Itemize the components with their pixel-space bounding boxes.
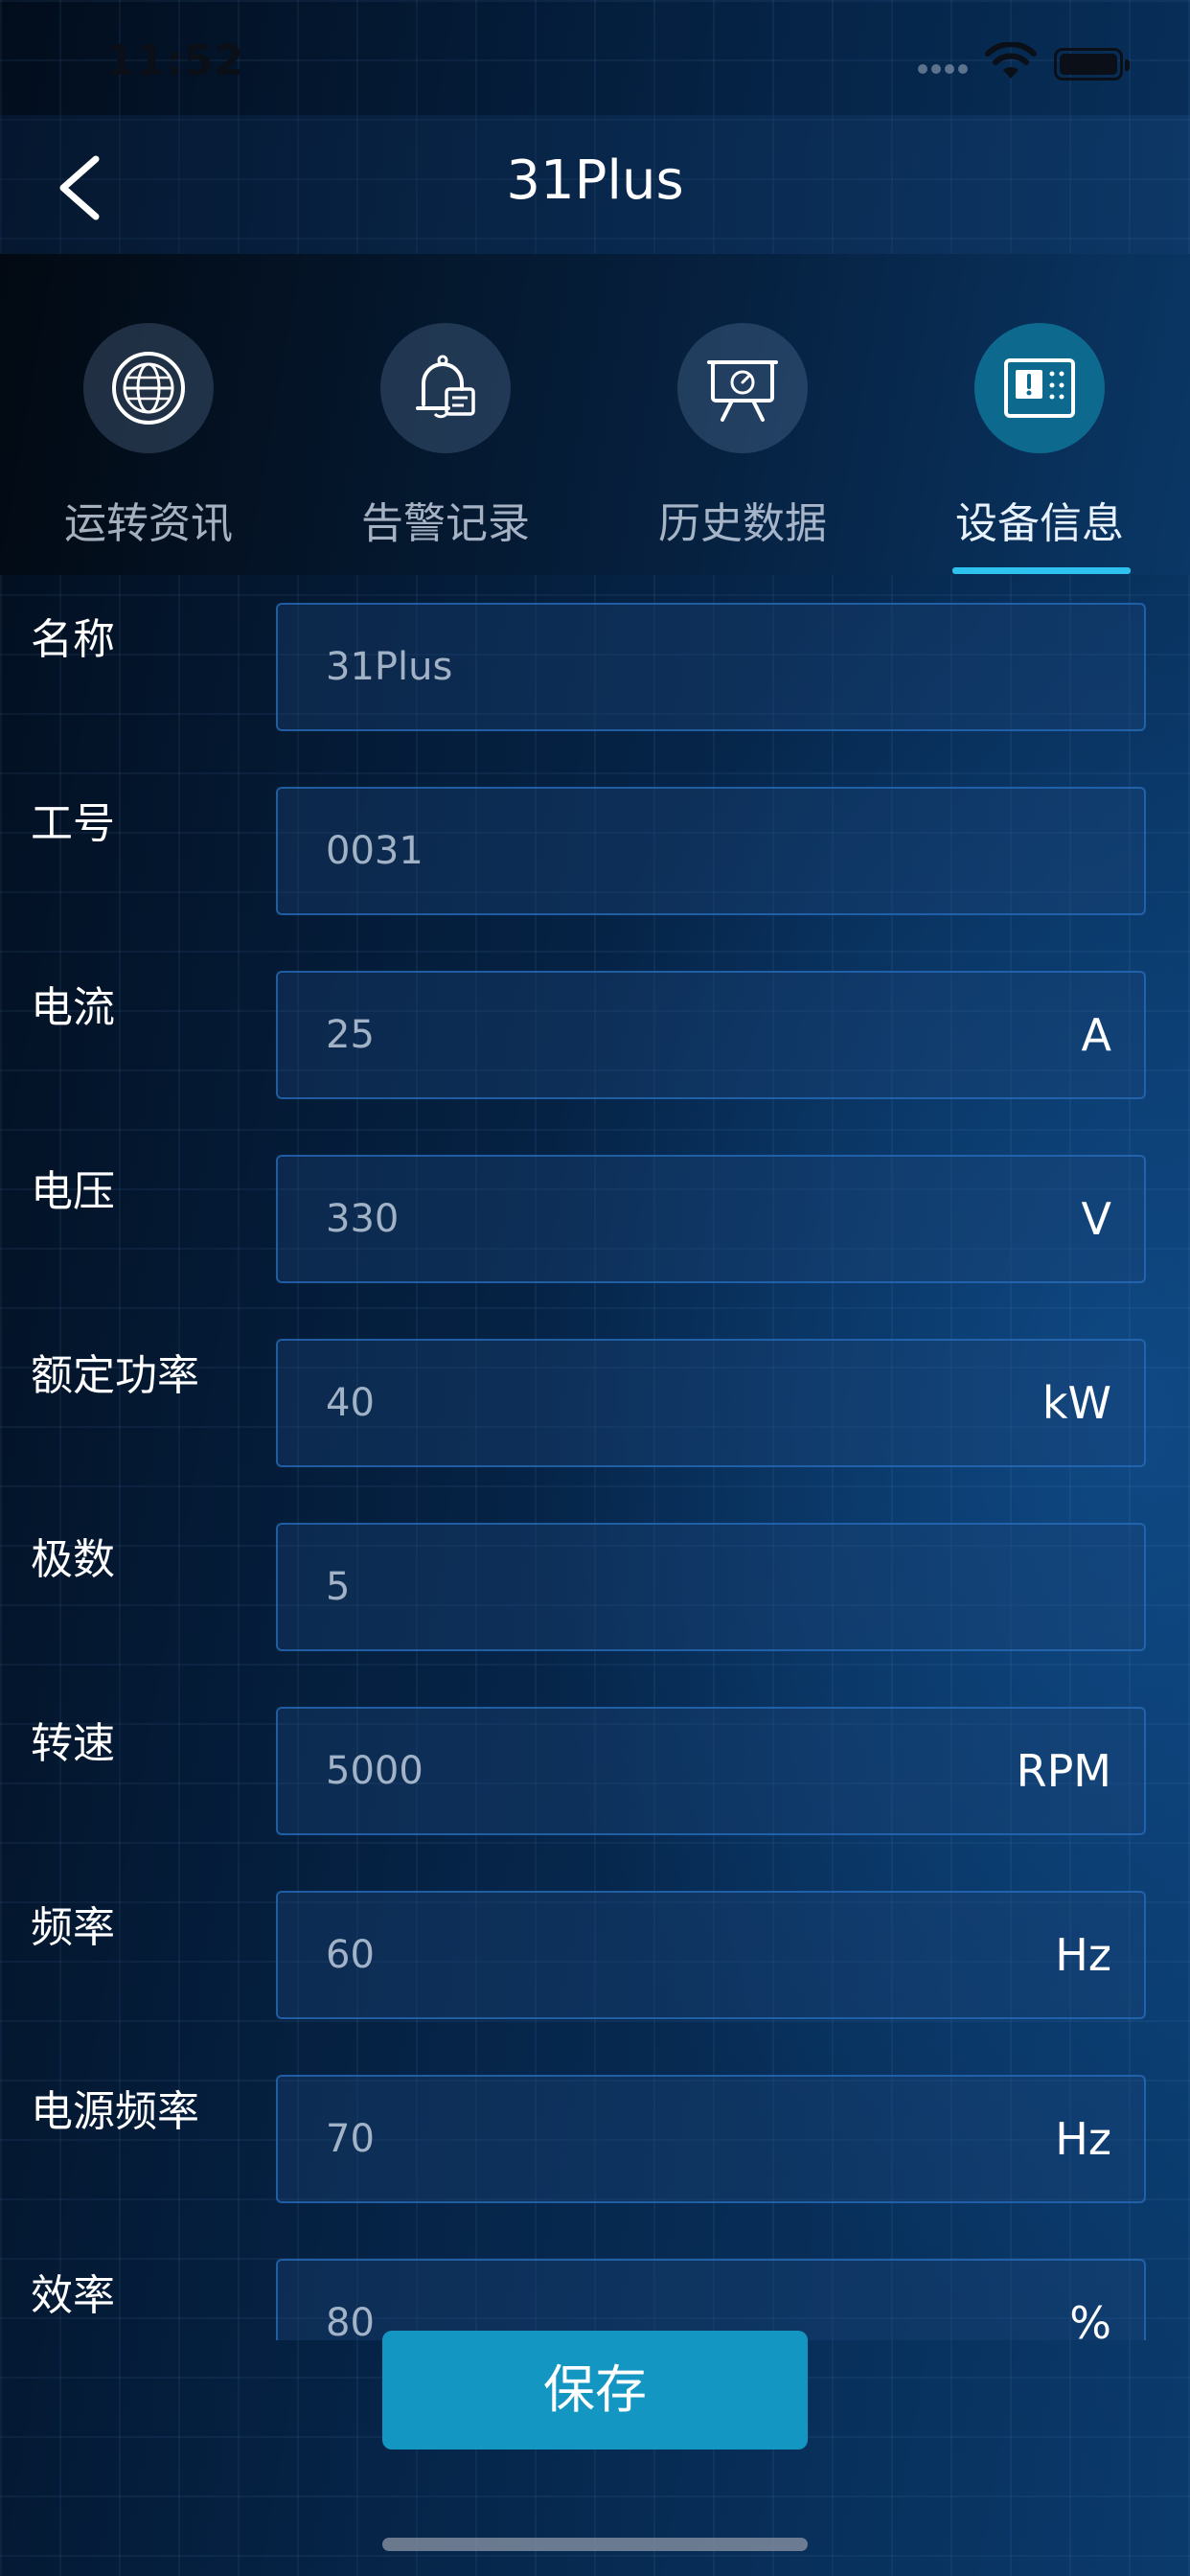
status-bar: 11:52 (0, 0, 1190, 134)
form-row-current: 电流 25 A (0, 943, 1190, 1099)
poles-input[interactable]: 5 (276, 1523, 1146, 1651)
voltage-input[interactable]: 330 V (276, 1155, 1146, 1283)
field-value: 25 (326, 1013, 375, 1057)
globe-icon (112, 352, 185, 425)
device-info-form: 名称 31Plus 工号 0031 电流 25 A 电压 330 V 额定功率 … (0, 575, 1190, 2340)
tab-history-data[interactable]: 历史数据 (623, 254, 862, 575)
tab-bar: 运转资讯 告警记录 历史数据 设备信息 (0, 254, 1190, 575)
field-label: 名称 (31, 615, 115, 664)
tab-label: 运转资讯 (64, 499, 233, 548)
form-row-voltage: 电压 330 V (0, 1127, 1190, 1283)
field-label: 电源频率 (31, 2087, 199, 2136)
field-value: 70 (326, 2117, 375, 2161)
tab-icon-circle (677, 323, 808, 453)
form-row-power-frequency: 电源频率 70 Hz (0, 2047, 1190, 2203)
frequency-input[interactable]: 60 Hz (276, 1891, 1146, 2019)
field-unit: V (1081, 1193, 1111, 1245)
field-unit: RPM (1016, 1745, 1111, 1797)
form-row-name: 名称 31Plus (0, 575, 1190, 731)
form-row-speed: 转速 5000 RPM (0, 1679, 1190, 1835)
name-input[interactable]: 31Plus (276, 603, 1146, 731)
field-value: 5000 (326, 1749, 423, 1793)
field-label: 电压 (31, 1167, 115, 1216)
efficiency-input[interactable]: 80 % (276, 2259, 1146, 2340)
status-time: 11:52 (105, 36, 245, 85)
presentation-gauge-icon (707, 360, 778, 422)
field-label: 效率 (31, 2271, 115, 2320)
wifi-icon (985, 42, 1037, 79)
field-label: 转速 (31, 1719, 115, 1768)
job-number-input[interactable]: 0031 (276, 787, 1146, 915)
tab-icon-circle (83, 323, 214, 453)
field-value: 5 (326, 1565, 351, 1609)
field-value: 40 (326, 1381, 375, 1425)
form-row-rated-power: 额定功率 40 kW (0, 1311, 1190, 1467)
power-frequency-input[interactable]: 70 Hz (276, 2075, 1146, 2203)
current-input[interactable]: 25 A (276, 971, 1146, 1099)
field-label: 极数 (31, 1535, 115, 1584)
field-label: 工号 (31, 799, 115, 848)
form-row-poles: 极数 5 (0, 1495, 1190, 1651)
field-unit: kW (1041, 1377, 1111, 1429)
field-value: 80 (326, 2301, 375, 2340)
save-button[interactable]: 保存 (382, 2331, 808, 2450)
field-unit: A (1081, 1009, 1111, 1061)
speed-input[interactable]: 5000 RPM (276, 1707, 1146, 1835)
form-row-frequency: 频率 60 Hz (0, 1863, 1190, 2019)
field-value: 330 (326, 1197, 400, 1241)
tab-icon-circle (380, 323, 511, 453)
battery-icon (1054, 48, 1130, 80)
tab-operation-info[interactable]: 运转资讯 (29, 254, 268, 575)
field-value: 0031 (326, 829, 423, 873)
tab-icon-circle (974, 323, 1105, 453)
field-unit: % (1069, 2297, 1111, 2340)
field-label: 电流 (31, 983, 115, 1032)
alarm-bell-icon (416, 355, 475, 419)
active-tab-indicator (952, 567, 1131, 574)
rated-power-input[interactable]: 40 kW (276, 1339, 1146, 1467)
field-value: 60 (326, 1933, 375, 1977)
field-value: 31Plus (326, 645, 453, 689)
tab-alarm-records[interactable]: 告警记录 (326, 254, 565, 575)
device-info-icon (1004, 358, 1075, 418)
page-title: 31Plus (506, 150, 684, 212)
field-label: 额定功率 (31, 1351, 199, 1400)
tab-label: 历史数据 (658, 499, 827, 548)
field-label: 频率 (31, 1903, 115, 1952)
field-unit: Hz (1055, 2113, 1111, 2165)
form-row-efficiency: 效率 80 % (0, 2231, 1190, 2340)
tab-device-info[interactable]: 设备信息 (920, 254, 1159, 575)
field-unit: Hz (1055, 1929, 1111, 1981)
tab-label: 设备信息 (955, 499, 1124, 548)
tab-label: 告警记录 (361, 499, 530, 548)
cellular-signal-icon (918, 59, 975, 79)
home-indicator (382, 2538, 808, 2551)
navigation-bar: 31Plus (0, 115, 1190, 254)
form-row-job-number: 工号 0031 (0, 759, 1190, 915)
